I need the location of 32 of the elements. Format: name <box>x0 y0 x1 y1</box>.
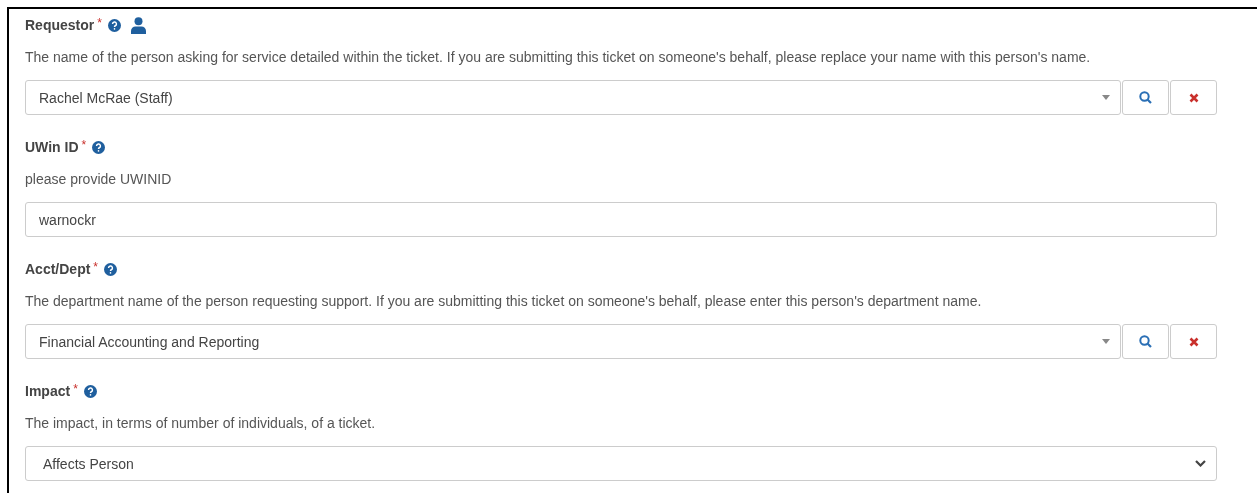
required-mark: * <box>73 382 78 396</box>
caret-icon <box>1102 339 1110 344</box>
field-description: please provide UWINID <box>25 170 173 189</box>
search-icon <box>1139 335 1152 348</box>
select-field[interactable]: Affects Person <box>25 446 1217 481</box>
person-icon[interactable] <box>130 16 146 34</box>
help-icon[interactable] <box>83 384 97 398</box>
clear-button[interactable] <box>1170 324 1217 359</box>
close-icon <box>1188 92 1199 103</box>
input-field[interactable]: warnockr <box>25 202 1217 237</box>
search-icon <box>1139 91 1152 104</box>
help-icon[interactable] <box>107 18 121 32</box>
lookup-field[interactable]: Rachel McRae (Staff) <box>25 80 1121 115</box>
caret-icon <box>1102 95 1110 100</box>
field-description: The department name of the person requesting support. If you are submitting this ticket on someone's behalf, please enter this person's department name. <box>25 292 983 311</box>
required-mark: * <box>97 16 102 30</box>
help-icon[interactable] <box>92 140 106 154</box>
field-label: Acct/Dept <box>25 261 91 277</box>
clear-button[interactable] <box>1170 80 1217 115</box>
search-button[interactable] <box>1122 80 1169 115</box>
help-icon[interactable] <box>104 262 118 276</box>
field-description: The impact, in terms of number of individuals, of a ticket. <box>25 414 377 433</box>
chevron-down-icon <box>1195 460 1206 467</box>
field-description: The name of the person asking for service detailed within the ticket. If you are submitting this ticket on someone's behalf, please replace your name with this person's name. <box>25 48 1092 67</box>
lookup-field[interactable]: Financial Accounting and Reporting <box>25 324 1121 359</box>
field-label: Requestor <box>25 17 95 33</box>
close-icon <box>1188 336 1199 347</box>
search-button[interactable] <box>1122 324 1169 359</box>
required-mark: * <box>93 260 99 274</box>
required-mark: * <box>81 138 87 152</box>
field-label: Impact <box>25 383 71 399</box>
field-label: UWin ID <box>25 139 79 155</box>
